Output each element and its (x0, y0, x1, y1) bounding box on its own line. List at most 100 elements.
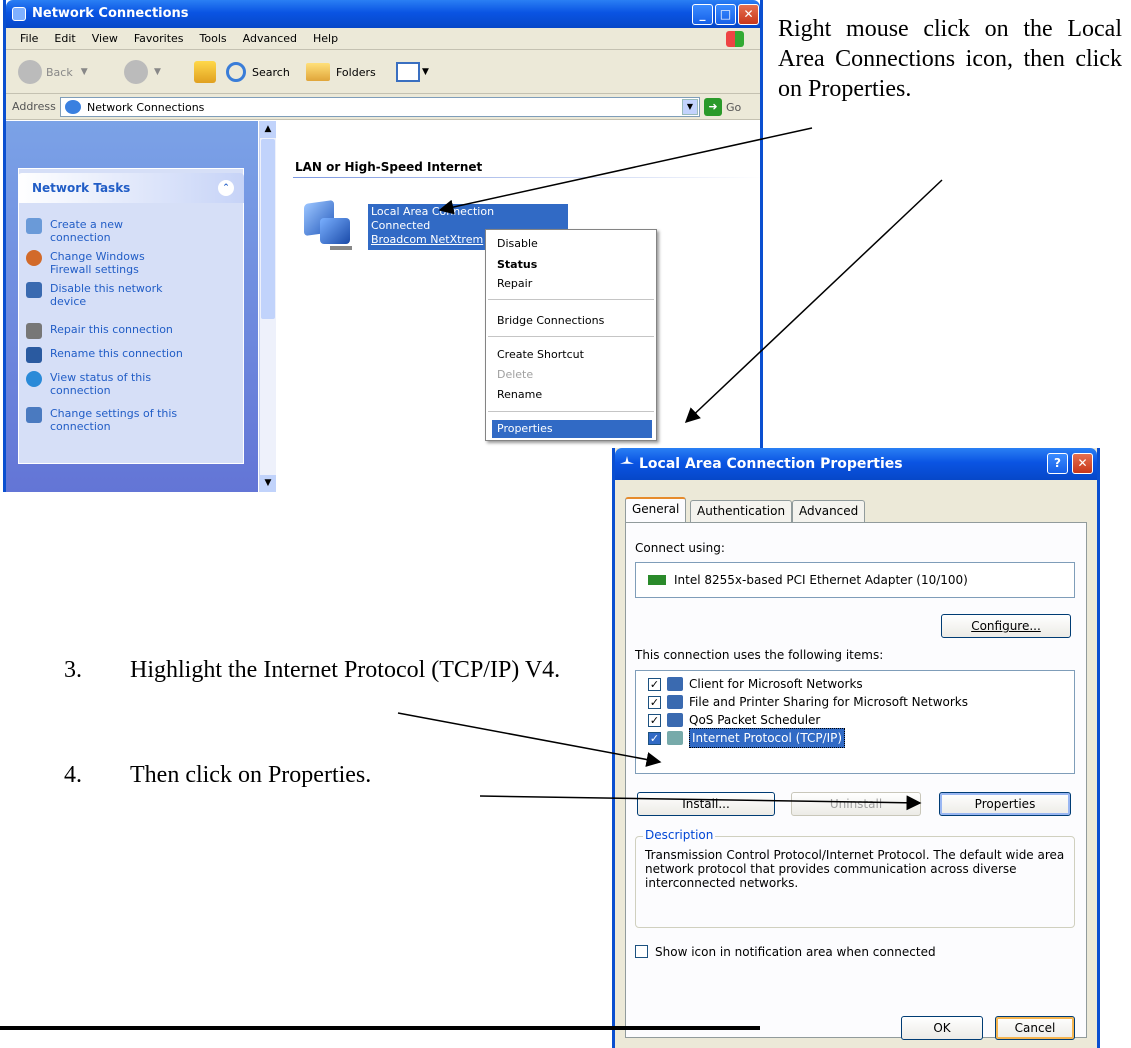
chevron-down-icon: ▼ (80, 67, 88, 77)
menu-help[interactable]: Help (313, 28, 338, 49)
configure-button[interactable]: Configure... (941, 614, 1071, 638)
scroll-down-button[interactable]: ▼ (260, 475, 276, 492)
menu-status[interactable]: Status (492, 256, 652, 274)
menu-edit[interactable]: Edit (54, 28, 75, 49)
step-3-number: 3. (64, 657, 82, 683)
menu-disable[interactable]: Disable (492, 235, 652, 253)
menu-create-shortcut[interactable]: Create Shortcut (492, 346, 652, 364)
tab-advanced[interactable]: Advanced (792, 500, 866, 522)
views-icon (396, 62, 420, 82)
properties-dialog: Local Area Connection Properties ? ✕ Gen… (612, 448, 1100, 1048)
adapter-field: Intel 8255x-based PCI Ethernet Adapter (… (635, 562, 1075, 598)
new-connection-icon (26, 218, 42, 234)
task-repair-connection[interactable]: Repair this connection (26, 323, 236, 339)
address-dropdown[interactable]: ▼ (682, 99, 698, 115)
views-button[interactable]: ▼ (396, 60, 429, 84)
item-checkbox[interactable]: ✓ (648, 677, 661, 691)
up-folder-button[interactable] (194, 61, 216, 83)
item-checkbox[interactable]: ✓ (648, 713, 661, 727)
step-4-text: Then click on Properties. (130, 762, 372, 788)
menu-favorites[interactable]: Favorites (134, 28, 184, 49)
menu-rename[interactable]: Rename (492, 386, 652, 404)
disable-network-icon (26, 282, 42, 298)
task-view-status[interactable]: View status of this connection (26, 371, 236, 397)
forward-button[interactable]: ▼ (124, 59, 161, 85)
folders-button[interactable]: Folders (306, 59, 376, 85)
go-arrow-icon: ➜ (704, 98, 722, 116)
menu-advanced[interactable]: Advanced (243, 28, 297, 49)
page-rule (0, 1026, 760, 1030)
minimize-button[interactable]: _ (692, 4, 713, 25)
scroll-thumb[interactable] (261, 139, 275, 319)
toolbar: Back ▼ ▼ Search Folders ▼ (6, 50, 760, 94)
window-titlebar[interactable]: Network Connections _ □ ✕ (6, 0, 760, 28)
close-button[interactable]: ✕ (738, 4, 759, 25)
cancel-button[interactable]: Cancel (995, 1016, 1075, 1040)
item-checkbox[interactable]: ✓ (648, 731, 661, 745)
protocol-icon (667, 731, 683, 745)
address-input[interactable]: Network Connections (60, 97, 700, 117)
items-list[interactable]: ✓ Client for Microsoft Networks ✓ File and… (635, 670, 1075, 774)
show-icon-checkbox[interactable] (635, 945, 648, 958)
task-pane-scrollbar[interactable]: ▲ ▼ (259, 121, 276, 492)
chevron-down-icon: ▼ (154, 67, 161, 77)
network-adapter-icon (648, 575, 666, 585)
task-create-connection[interactable]: Create a new connection (26, 218, 236, 244)
task-rename-connection[interactable]: Rename this connection (26, 347, 236, 363)
task-change-settings[interactable]: Change settings of this connection (26, 407, 236, 433)
item-checkbox[interactable]: ✓ (648, 695, 661, 709)
menu-repair[interactable]: Repair (492, 275, 652, 293)
go-button[interactable]: ➜ Go (704, 98, 741, 116)
context-menu: Disable Status Repair Bridge Connections… (485, 229, 657, 441)
repair-icon (26, 323, 42, 339)
menu-bridge-connections[interactable]: Bridge Connections (492, 312, 652, 330)
menu-separator (488, 299, 654, 300)
windows-logo-icon (726, 31, 744, 47)
dialog-close-button[interactable]: ✕ (1072, 453, 1093, 474)
items-label: This connection uses the following items… (635, 648, 884, 662)
back-button[interactable]: Back ▼ (18, 59, 88, 85)
maximize-button[interactable]: □ (715, 4, 736, 25)
tab-general[interactable]: General (625, 497, 687, 523)
uninstall-button: Uninstall (791, 792, 921, 816)
ok-button[interactable]: OK (901, 1016, 983, 1040)
menu-tools[interactable]: Tools (200, 28, 227, 49)
network-tasks-header[interactable]: Network Tasks ⌃ (18, 173, 244, 203)
forward-arrow-icon (124, 60, 148, 84)
scroll-up-button[interactable]: ▲ (260, 121, 276, 138)
client-icon (667, 677, 683, 691)
list-item[interactable]: ✓ QoS Packet Scheduler (648, 711, 820, 729)
search-button[interactable]: Search (226, 59, 290, 85)
list-item[interactable]: ✓ Internet Protocol (TCP/IP) (648, 728, 846, 748)
status-icon (26, 371, 42, 387)
collapse-icon[interactable]: ⌃ (218, 180, 234, 196)
description-text: Transmission Control Protocol/Internet P… (645, 848, 1065, 890)
window-title: Network Connections (32, 6, 189, 21)
help-button[interactable]: ? (1047, 453, 1068, 474)
menu-file[interactable]: File (20, 28, 38, 49)
list-item[interactable]: ✓ File and Printer Sharing for Microsoft … (648, 693, 968, 711)
firewall-icon (26, 250, 42, 266)
menu-properties[interactable]: Properties (492, 420, 652, 438)
menu-bar: File Edit View Favorites Tools Advanced … (6, 28, 760, 50)
task-change-firewall[interactable]: Change Windows Firewall settings (26, 250, 236, 276)
lan-connection-icon[interactable] (300, 198, 352, 258)
show-icon-label: Show icon in notification area when conn… (655, 945, 936, 959)
network-connections-window: Network Connections _ □ ✕ File Edit View… (3, 0, 763, 492)
tab-authentication[interactable]: Authentication (690, 500, 793, 522)
install-button[interactable]: Install... (637, 792, 775, 816)
list-item[interactable]: ✓ Client for Microsoft Networks (648, 675, 863, 693)
menu-view[interactable]: View (92, 28, 118, 49)
general-panel (625, 522, 1087, 1038)
instruction-right-click: Right mouse click on the Local Area Conn… (778, 16, 1122, 102)
step-3-text: Highlight the Internet Protocol (TCP/IP)… (130, 657, 561, 683)
task-disable-device[interactable]: Disable this network device (26, 282, 236, 308)
address-bar: Address Network Connections ▼ ➜ Go (6, 94, 760, 120)
menu-delete: Delete (497, 368, 534, 381)
dialog-titlebar[interactable]: Local Area Connection Properties ? ✕ (615, 448, 1097, 480)
back-arrow-icon (18, 60, 42, 84)
properties-button[interactable]: Properties (939, 792, 1071, 816)
settings-icon (26, 407, 42, 423)
sharing-icon (667, 695, 683, 709)
dialog-title: Local Area Connection Properties (639, 456, 903, 472)
